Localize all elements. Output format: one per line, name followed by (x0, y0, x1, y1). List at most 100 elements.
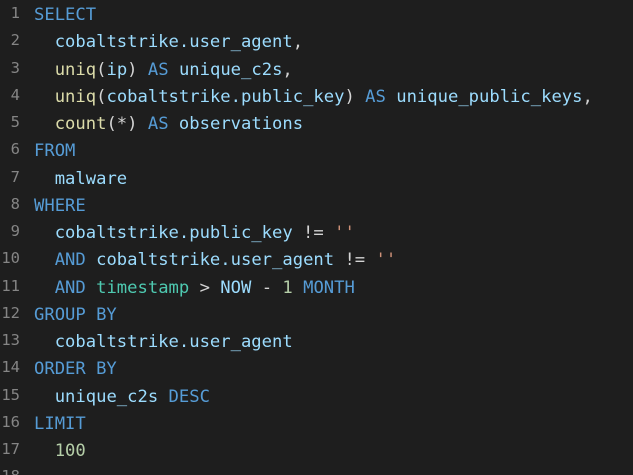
code-token: timestamp (96, 277, 190, 298)
code-text: ORDER BY (34, 356, 117, 383)
code-text: FROM (34, 138, 75, 165)
line-number: 5 (10, 113, 20, 131)
code-text: WHERE (34, 193, 86, 220)
code-text: cobaltstrike.public_key != '' (34, 220, 355, 247)
code-token: != (292, 223, 335, 243)
code-text: AND cobaltstrike.user_agent != '' (34, 247, 397, 274)
code-line[interactable]: 17 100 (0, 438, 633, 465)
code-line[interactable]: 4 uniq(cobaltstrike.public_key) AS uniqu… (0, 84, 633, 111)
code-token: 100 (54, 441, 86, 461)
code-token: SELECT (34, 5, 97, 25)
code-token: AND (54, 277, 86, 298)
code-token: unique_c2s (178, 59, 283, 80)
code-text: GROUP BY (34, 302, 117, 329)
code-token: 1 (282, 277, 293, 298)
line-number: 7 (10, 167, 20, 186)
code-token: AS (147, 114, 169, 134)
line-number: 10 (1, 249, 20, 268)
code-token: FROM (34, 141, 76, 162)
code-token: count (54, 114, 107, 134)
code-line[interactable]: 14 ORDER BY (0, 356, 633, 383)
line-number: 16 (1, 412, 20, 431)
code-token: ip (106, 59, 128, 80)
code-token: ( (96, 59, 107, 80)
code-text: 100 (34, 438, 86, 465)
code-line[interactable]: 15 unique_c2s DESC (0, 384, 633, 411)
line-number: 14 (1, 358, 20, 377)
code-line[interactable]: 6 FROM (0, 138, 633, 165)
code-line[interactable]: 8 WHERE (0, 193, 633, 220)
code-token: cobaltstrike.user_agent (96, 250, 335, 271)
code-line[interactable]: 12 GROUP BY (0, 302, 633, 329)
code-token: MONTH (303, 277, 355, 298)
code-token: , (282, 59, 293, 80)
code-line[interactable]: 9 cobaltstrike.public_key != '' (0, 220, 633, 247)
code-token: malware (54, 168, 128, 189)
code-token: , (582, 86, 593, 107)
code-token: AS (147, 59, 169, 80)
code-token: cobaltstrike.user_agent (54, 332, 293, 352)
line-number: 11 (1, 276, 20, 295)
code-text: uniq(ip) AS unique_c2s, (34, 57, 293, 84)
code-line[interactable]: 7 malware (0, 166, 633, 193)
line-number: 9 (10, 222, 20, 240)
code-line[interactable]: 18 (0, 465, 633, 475)
code-line[interactable]: 2 cobaltstrike.user_agent, (0, 29, 633, 56)
code-token: WHERE (34, 195, 86, 216)
code-text: cobaltstrike.user_agent (34, 329, 293, 356)
code-token: != (334, 250, 376, 271)
code-token: cobaltstrike.public_key (54, 223, 293, 243)
code-line[interactable]: 1 SELECT (0, 2, 633, 29)
code-token: NOW (220, 277, 252, 298)
code-token: uniq (54, 86, 97, 107)
code-token: ( (96, 86, 107, 107)
line-number: 15 (1, 385, 20, 404)
line-number: 8 (10, 194, 20, 213)
line-number: 4 (10, 85, 20, 104)
code-token: (*) (106, 114, 148, 134)
code-line[interactable]: 13 cobaltstrike.user_agent (0, 329, 633, 356)
line-number: 17 (1, 440, 20, 458)
code-token: AND (54, 250, 86, 271)
code-line[interactable]: 5 count(*) AS observations (0, 111, 633, 138)
code-text: cobaltstrike.user_agent, (34, 29, 303, 56)
code-text: LIMIT (34, 411, 86, 438)
code-token: unique_public_keys (396, 86, 583, 107)
code-token: cobaltstrike.public_key (106, 86, 345, 107)
code-line[interactable]: 11 AND timestamp > NOW - 1 MONTH (0, 275, 633, 302)
code-token: ORDER BY (34, 359, 117, 380)
code-line[interactable]: 3 uniq(ip) AS unique_c2s, (0, 57, 633, 84)
code-token: - (251, 277, 283, 298)
line-number: 3 (10, 58, 20, 77)
code-line[interactable]: 10 AND cobaltstrike.user_agent != '' (0, 247, 633, 274)
code-line[interactable]: 16 LIMIT (0, 411, 633, 438)
line-number: 13 (1, 331, 20, 349)
line-number: 18 (0, 467, 20, 475)
code-text: malware (34, 166, 127, 193)
code-token: ) (127, 59, 148, 80)
code-token: AS (365, 86, 386, 107)
code-editor[interactable]: 1 SELECT 2 cobaltstrike.user_agent, 3 uniq(… (0, 0, 633, 475)
line-number: 2 (10, 31, 20, 50)
code-token: DESC (168, 386, 210, 407)
line-number: 6 (10, 140, 20, 159)
code-token: GROUP BY (34, 304, 117, 325)
code-text: unique_c2s DESC (34, 384, 210, 411)
code-token: > (189, 277, 221, 298)
